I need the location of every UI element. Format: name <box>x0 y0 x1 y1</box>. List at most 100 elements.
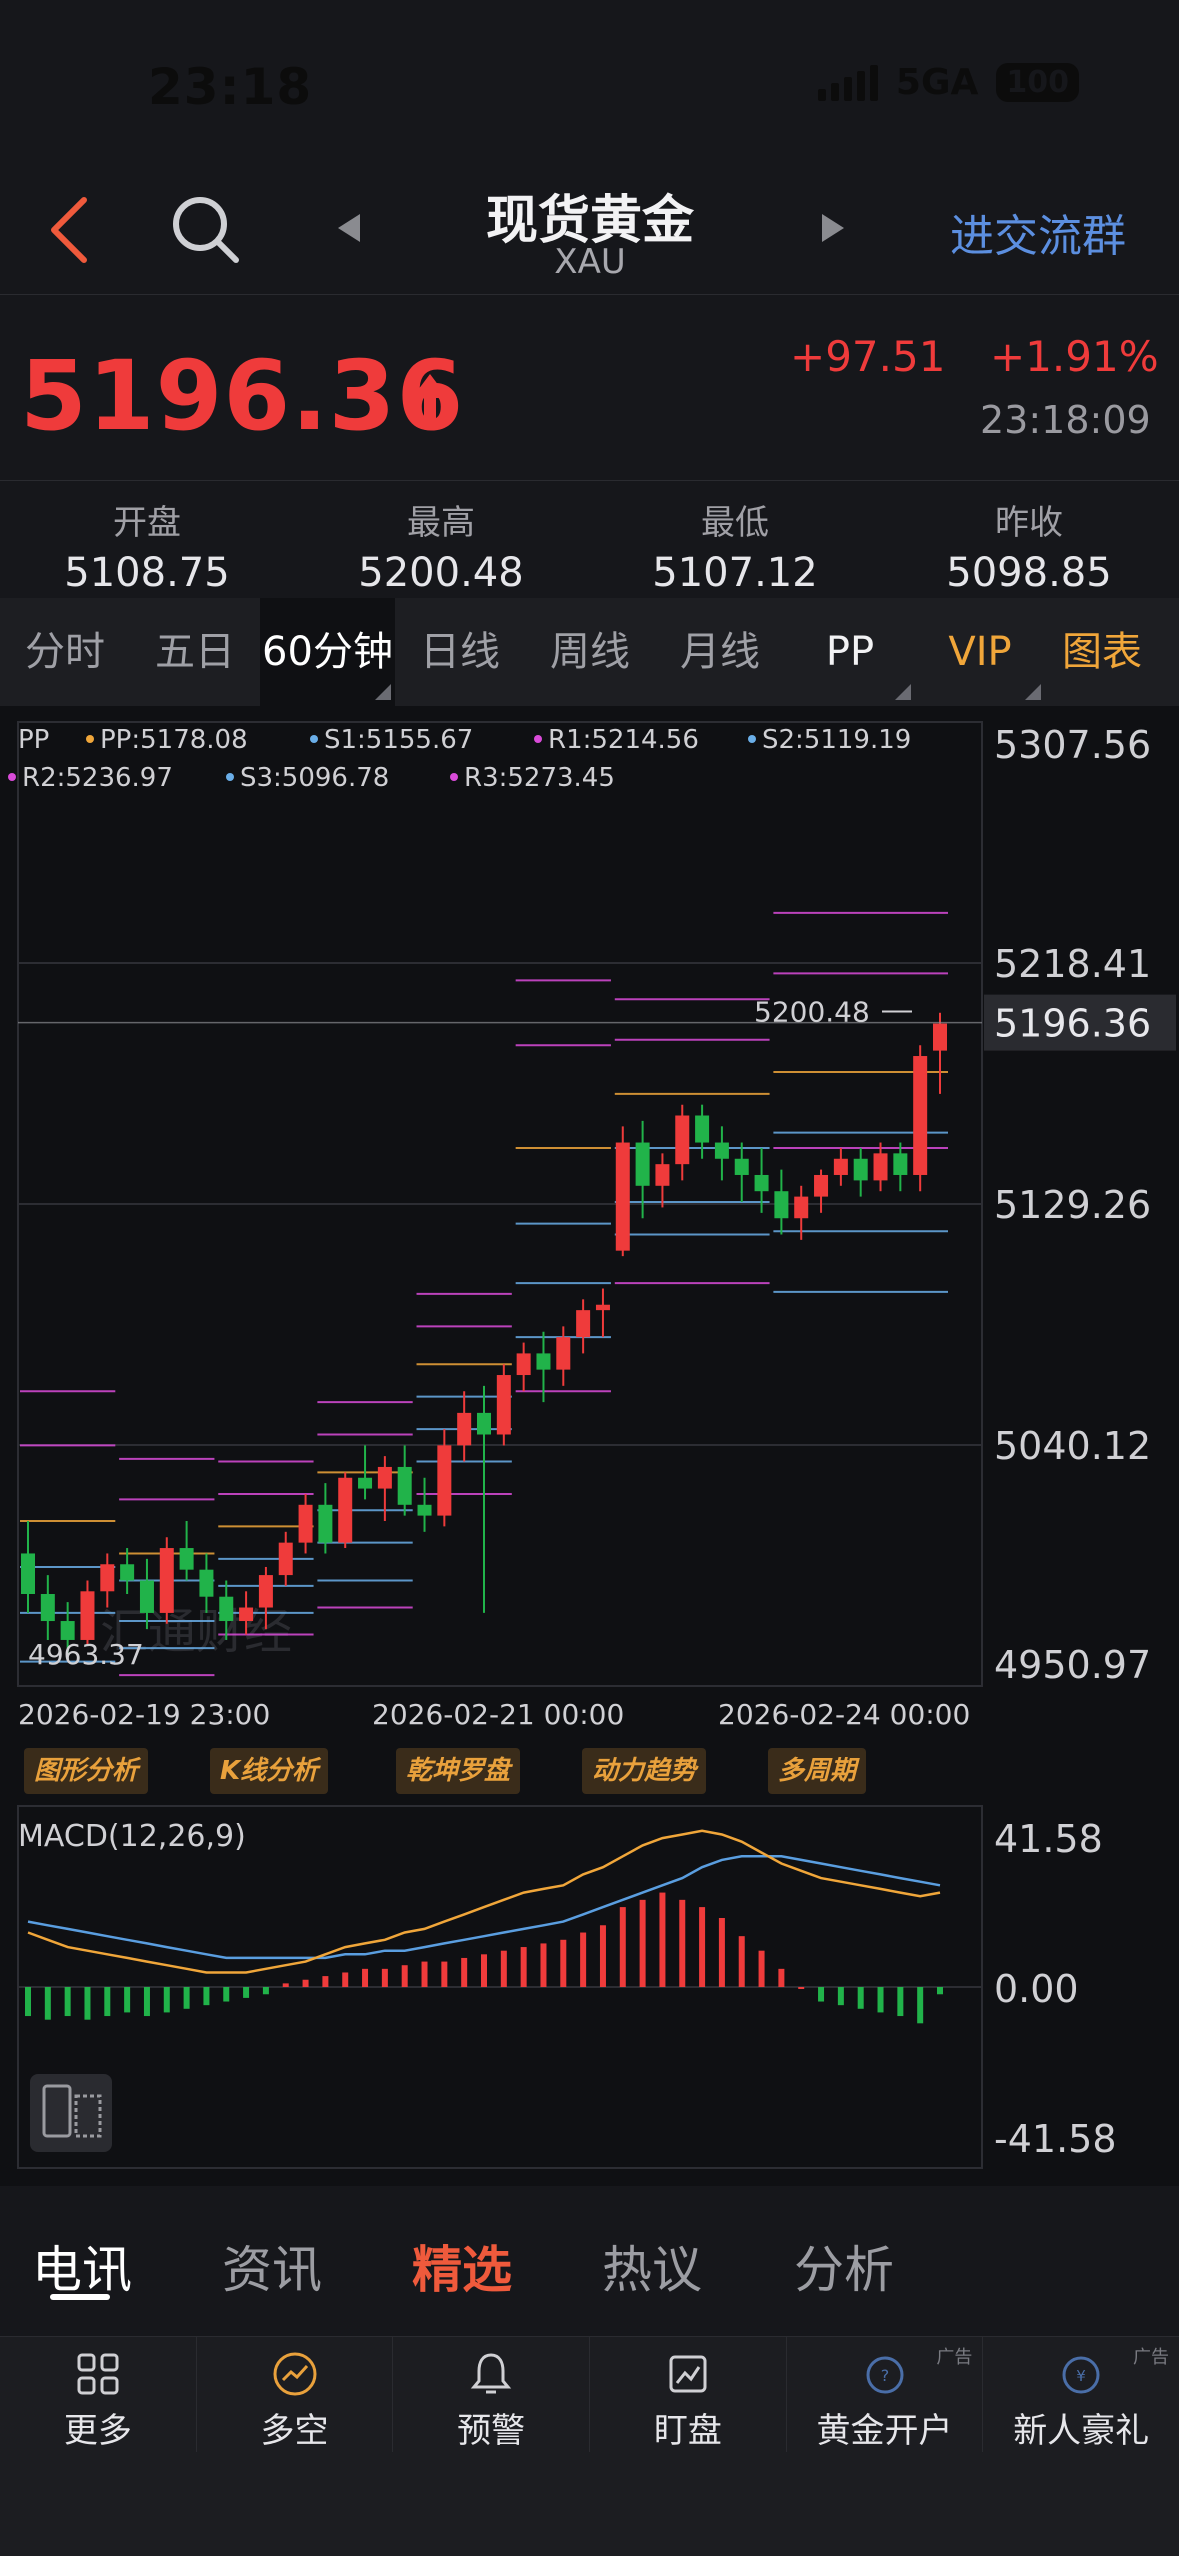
open-account-button[interactable]: 广告 ? 黄金开户 <box>787 2337 984 2452</box>
macd-y-tick-label: 0.00 <box>994 1967 1079 2011</box>
candle-body <box>139 1580 154 1613</box>
macd-histogram-bar <box>322 1976 329 1987</box>
new-user-gift-button[interactable]: 广告 ¥ 新人豪礼 <box>983 2337 1179 2452</box>
candle-body <box>358 1477 373 1489</box>
macd-histogram-bar <box>282 1983 289 1987</box>
candle-body <box>338 1477 353 1543</box>
candle-body <box>595 1304 610 1311</box>
legend-dot <box>748 735 756 743</box>
y-tick-label: 5307.56 <box>994 723 1151 767</box>
back-icon[interactable] <box>42 190 102 270</box>
fullscreen-icon[interactable] <box>30 2074 112 2152</box>
macd-histogram-bar <box>679 1899 686 1987</box>
macd-histogram-bar <box>699 1907 706 1987</box>
next-symbol-icon[interactable] <box>812 208 852 248</box>
search-icon[interactable] <box>168 192 242 266</box>
macd-histogram-bar <box>599 1925 606 1987</box>
news-tab-discussion[interactable]: 热议 <box>602 2230 702 2302</box>
macd-histogram-bar <box>124 1987 131 2013</box>
account-icon: ? <box>866 2356 904 2394</box>
candle-body <box>397 1466 412 1505</box>
macd-histogram-bar <box>84 1987 91 2020</box>
candle-body <box>714 1142 729 1159</box>
x-tick-label: 2026-02-24 00:00 <box>718 1698 970 1731</box>
macd-histogram-bar <box>25 1987 31 2017</box>
alert-button[interactable]: 预警 <box>393 2337 591 2452</box>
macd-histogram-bar <box>44 1987 51 2020</box>
tool-kline-analysis[interactable]: K线分析 <box>210 1748 329 1794</box>
candle-body <box>893 1153 908 1175</box>
news-tab-featured[interactable]: 精选 <box>412 2230 512 2302</box>
legend-dot <box>86 735 94 743</box>
tab-intraday[interactable]: 分时 <box>0 598 130 706</box>
macd-histogram-bar <box>937 1987 943 1995</box>
tab-vip[interactable]: VIP <box>915 598 1045 706</box>
macd-histogram-bar <box>441 1961 448 1987</box>
chart-canvas[interactable]: 5307.565218.415129.265040.124950.97汇通财经P… <box>0 706 1179 2186</box>
long-short-button[interactable]: 多空 <box>197 2337 394 2452</box>
candle-body <box>814 1174 829 1197</box>
candle-body <box>278 1542 293 1576</box>
chart-area[interactable]: 5307.56 5218.41 5129.26 5040.12 4950.97 汇通财经 P… <box>0 706 1179 2186</box>
news-tab-info[interactable]: 资讯 <box>222 2230 322 2302</box>
macd-histogram-bar <box>718 1918 725 1987</box>
join-group-link[interactable]: 进交流群 <box>950 200 1126 264</box>
network-label: 5GA <box>895 62 979 103</box>
tab-weekly[interactable]: 周线 <box>525 598 655 706</box>
macd-histogram-bar <box>639 1899 646 1987</box>
stat-value: 5200.48 <box>358 550 524 596</box>
open-account-label: 黄金开户 <box>816 2411 953 2451</box>
watch-chart-icon <box>669 2355 707 2393</box>
candle-body <box>219 1596 234 1622</box>
candle-body <box>675 1115 690 1165</box>
macd-histogram-bar <box>738 1936 745 1987</box>
candle-body <box>734 1158 749 1175</box>
legend-dot <box>450 773 458 781</box>
macd-histogram-bar <box>342 1972 349 1987</box>
more-button[interactable]: 更多 <box>0 2337 197 2452</box>
candle-body <box>933 1023 947 1051</box>
candle-body <box>576 1310 591 1338</box>
stat-low: 最低 5107.12 <box>588 495 882 596</box>
macd-histogram-bar <box>262 1987 269 1995</box>
watch-button[interactable]: 盯盘 <box>590 2337 787 2452</box>
stat-label: 开盘 <box>113 503 181 543</box>
legend-item: R2:5236.97 <box>22 763 173 793</box>
price-change: +97.51 <box>790 332 946 381</box>
tab-daily[interactable]: 日线 <box>395 598 525 706</box>
candle-body <box>516 1353 531 1376</box>
tool-momentum[interactable]: 动力趋势 <box>582 1748 707 1794</box>
tab-60min[interactable]: 60分钟 <box>260 598 395 706</box>
new-user-gift-label: 新人豪礼 <box>1013 2411 1150 2451</box>
high-marker-label: 5200.48 <box>754 995 870 1028</box>
candle-body <box>239 1607 254 1622</box>
macd-title: MACD(12,26,9) <box>18 1819 246 1854</box>
news-tab-indicator <box>50 2294 110 2300</box>
macd-histogram-bar <box>243 1987 250 1998</box>
news-tab-telegraph[interactable]: 电讯 <box>32 2230 132 2302</box>
candle-body <box>298 1504 313 1543</box>
macd-histogram-bar <box>897 1987 904 2017</box>
x-tick-label: 2026-02-19 23:00 <box>18 1698 270 1731</box>
bell-icon <box>470 2353 512 2394</box>
candle-body <box>754 1174 769 1192</box>
tab-indicator-pp[interactable]: PP <box>785 598 915 706</box>
tab-five-day[interactable]: 五日 <box>130 598 260 706</box>
more-label: 更多 <box>63 2411 132 2451</box>
y-tick-label: 5040.12 <box>994 1424 1151 1468</box>
candle-body <box>913 1056 928 1175</box>
tool-compass[interactable]: 乾坤罗盘 <box>396 1748 521 1794</box>
tool-pattern-analysis[interactable]: 图形分析 <box>24 1748 149 1794</box>
prev-symbol-icon[interactable] <box>330 208 370 248</box>
candle-body <box>80 1591 95 1640</box>
candle-body <box>635 1142 650 1186</box>
legend-item: R3:5273.45 <box>464 763 615 793</box>
tool-multi-period[interactable]: 多周期 <box>768 1748 867 1794</box>
header: 现货黄金 XAU 进交流群 <box>0 160 1179 295</box>
tab-chart-settings[interactable]: 图表 <box>1045 598 1159 706</box>
macd-histogram-bar <box>223 1987 230 2002</box>
macd-histogram-bar <box>203 1987 210 2006</box>
tab-monthly[interactable]: 月线 <box>655 598 785 706</box>
news-tab-analysis[interactable]: 分析 <box>794 2230 894 2302</box>
candle-body <box>833 1158 848 1175</box>
